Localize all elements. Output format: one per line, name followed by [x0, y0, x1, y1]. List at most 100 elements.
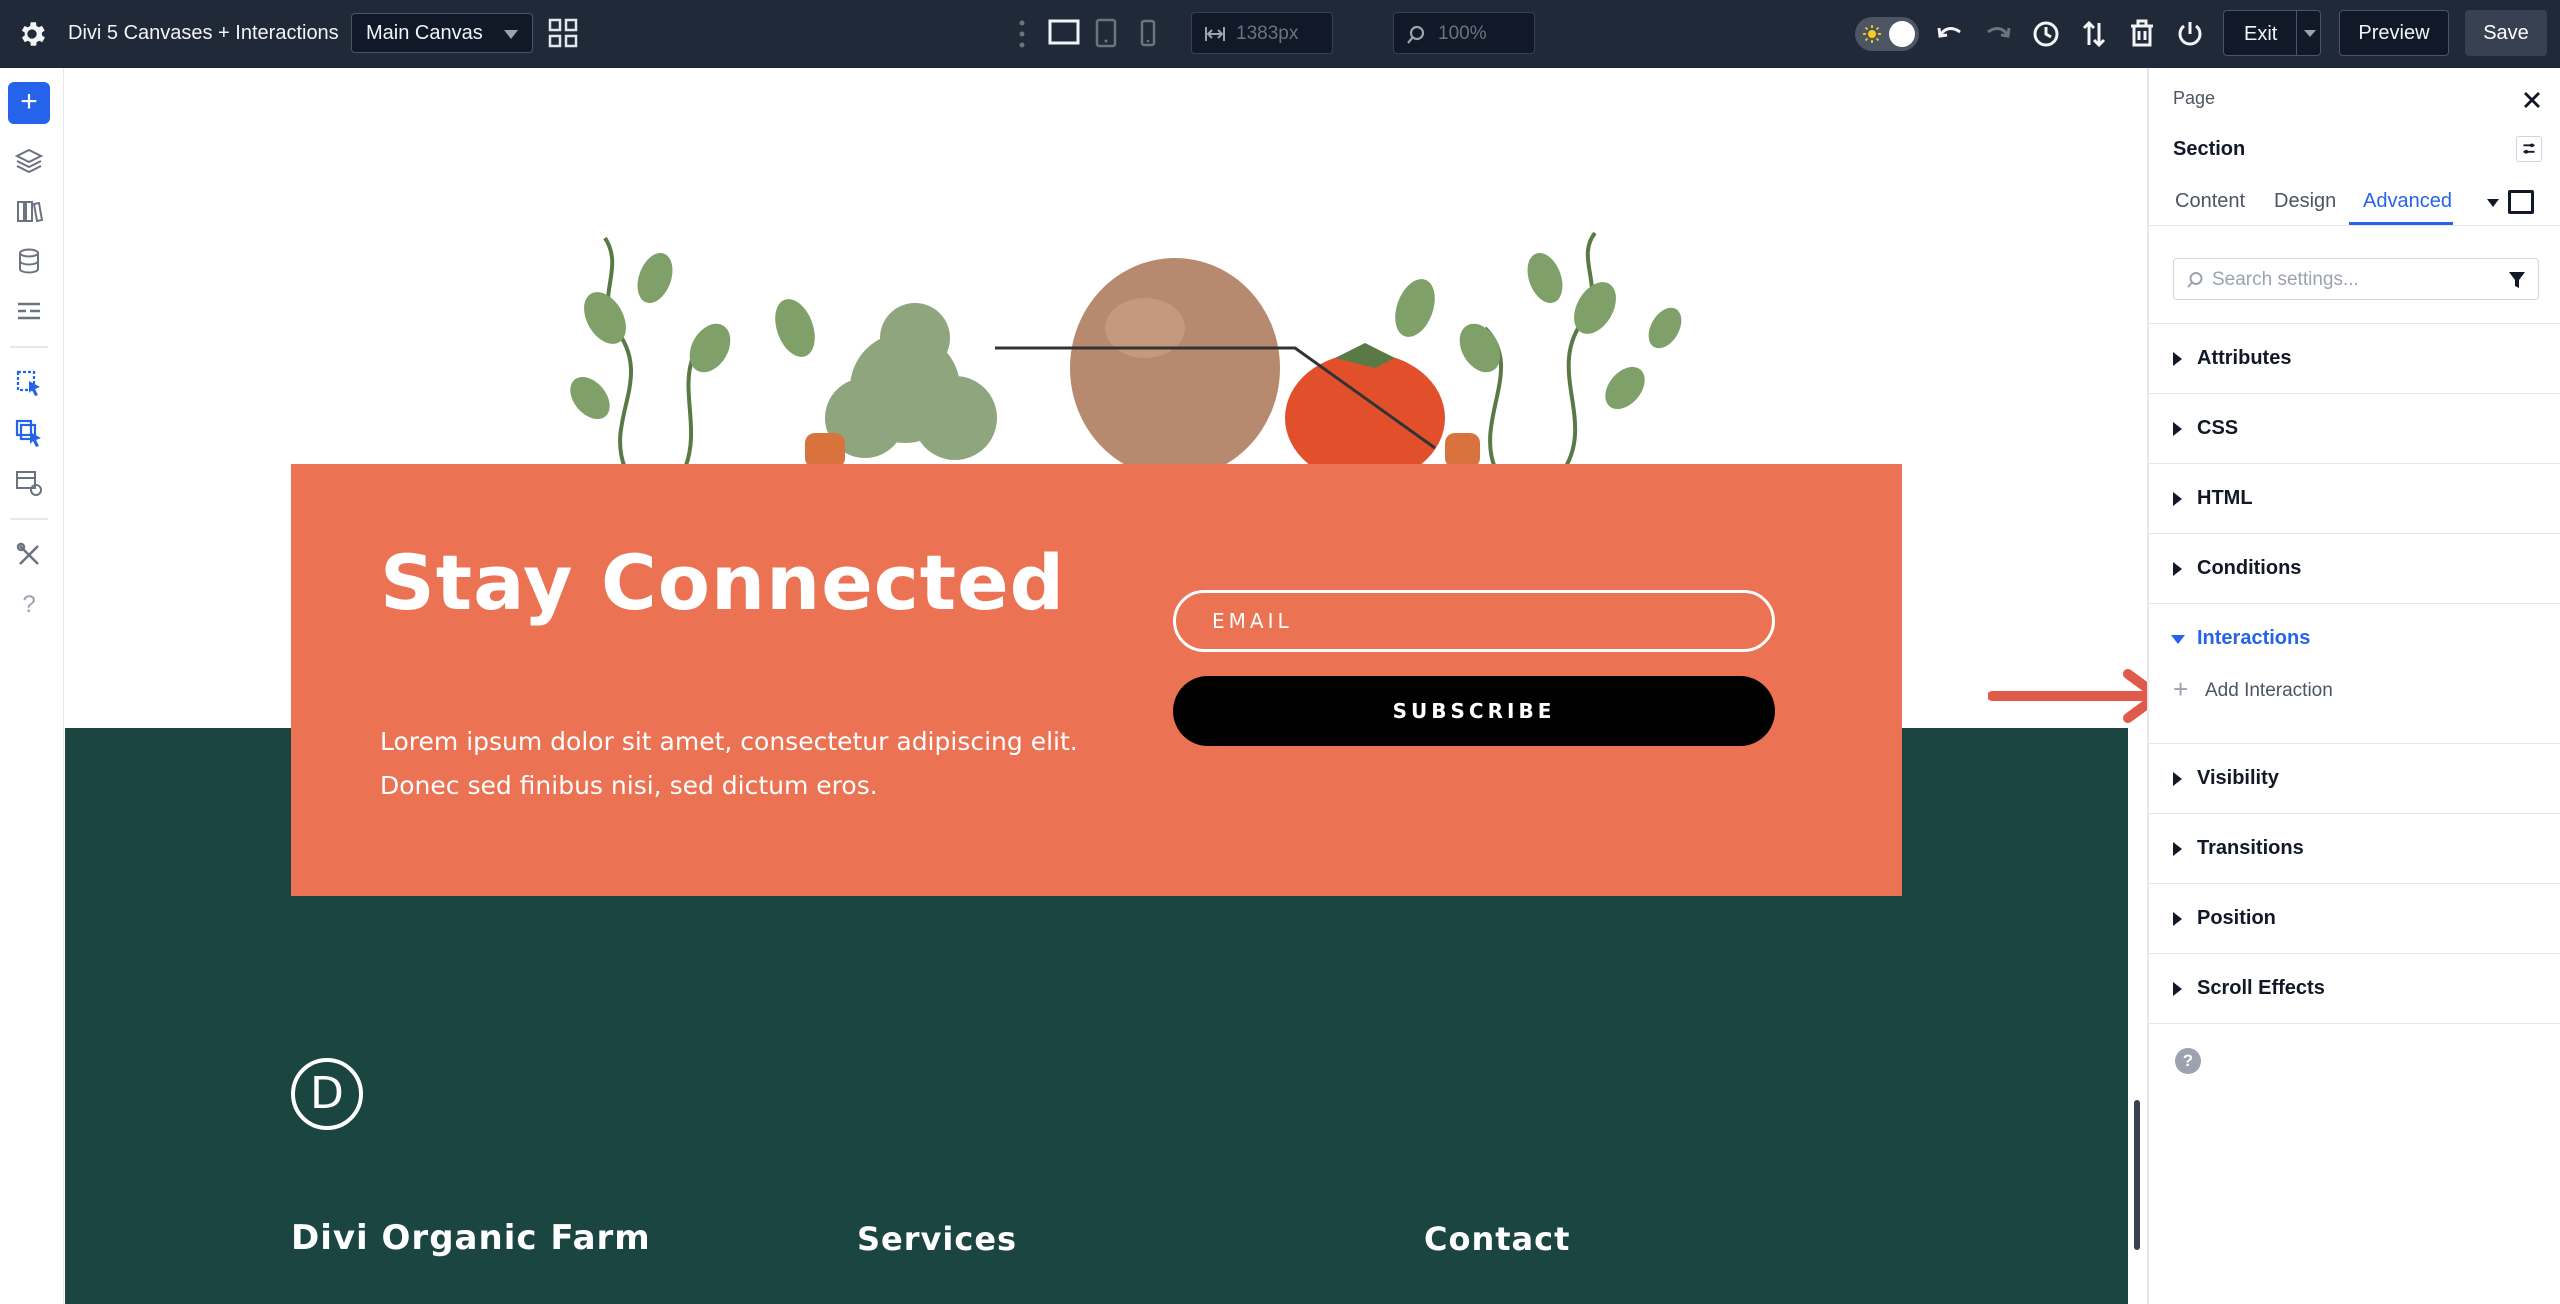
history-icon[interactable] [2030, 18, 2062, 50]
newsletter-title: Stay Connected [380, 538, 1066, 627]
accordion-label: Interactions [2197, 627, 2311, 649]
canvas-width-value: 1383px [1236, 23, 1299, 44]
left-sidebar: + ? [0, 68, 64, 1304]
active-tab-indicator [2349, 222, 2453, 225]
zoom-input[interactable]: 100% [1393, 12, 1535, 54]
add-icon[interactable]: + [8, 82, 50, 124]
search-icon [2187, 272, 2203, 288]
top-toolbar: Divi 5 Canvases + Interactions Main Canv… [0, 0, 2560, 68]
help-icon[interactable]: ? [14, 590, 44, 620]
sun-icon [1863, 25, 1881, 43]
search-input[interactable]: Search settings... [2173, 258, 2539, 300]
redo-icon[interactable] [1982, 18, 2014, 50]
canvas-select[interactable]: Main Canvas [351, 13, 533, 53]
canvas-pointer-icon[interactable] [14, 368, 44, 398]
exit-button[interactable]: Exit [2223, 10, 2321, 56]
breadcrumb[interactable]: Page [2173, 88, 2215, 109]
caret-right-icon [2173, 422, 2182, 436]
tab-content[interactable]: Content [2175, 190, 2245, 213]
theme-toggle[interactable] [1855, 17, 1919, 51]
preset-icon[interactable] [2516, 136, 2542, 162]
tablet-icon[interactable] [1094, 18, 1118, 48]
tools-icon[interactable] [14, 540, 44, 570]
canvas-stack-icon[interactable] [14, 418, 44, 448]
accordion-conditions[interactable]: Conditions [2149, 534, 2560, 604]
footer-contact-title: Contact [1424, 1220, 1571, 1258]
caret-right-icon [2173, 352, 2182, 366]
accordion-visibility[interactable]: Visibility [2149, 744, 2560, 814]
library-icon[interactable] [14, 196, 44, 226]
tab-advanced[interactable]: Advanced [2363, 190, 2452, 213]
trash-icon[interactable] [2126, 18, 2158, 50]
accordion-html[interactable]: HTML [2149, 464, 2560, 534]
accordion-label: CSS [2197, 417, 2239, 439]
footer-brand-title: Divi Organic Farm [291, 1218, 651, 1258]
accordion-label: Conditions [2197, 557, 2302, 579]
caret-right-icon [2173, 562, 2182, 576]
zoom-value: 100% [1438, 23, 1487, 44]
exit-button-label: Exit [2244, 23, 2278, 45]
accordion-interactions[interactable]: Interactions + Add Interaction [2149, 604, 2560, 744]
power-icon[interactable] [2174, 18, 2206, 50]
accordion-css[interactable]: CSS [2149, 394, 2560, 464]
accordion-scroll-effects[interactable]: Scroll Effects [2149, 954, 2560, 1024]
exit-divider [2296, 11, 2297, 55]
email-field[interactable]: EMAIL [1173, 590, 1775, 652]
zoom-icon [1407, 25, 1425, 44]
database-icon[interactable] [14, 246, 44, 276]
subscribe-button[interactable]: SUBSCRIBE [1173, 676, 1775, 746]
gear-icon[interactable] [16, 18, 48, 50]
canvas-scrollbar[interactable] [2134, 1100, 2140, 1250]
help-icon[interactable]: ? [2175, 1048, 2201, 1074]
save-button[interactable]: Save [2465, 10, 2547, 56]
undo-icon[interactable] [1934, 18, 1966, 50]
kebab-icon[interactable] [1016, 18, 1028, 50]
accordion-transitions[interactable]: Transitions [2149, 814, 2560, 884]
element-title: Section [2173, 138, 2246, 160]
desktop-icon[interactable] [1048, 18, 1080, 48]
caret-right-icon [2173, 772, 2182, 786]
accordion-label: Visibility [2197, 767, 2279, 789]
caret-right-icon [2173, 912, 2182, 926]
panel-tabs: Content Design Advanced [2149, 168, 2560, 226]
chevron-down-icon[interactable] [2304, 30, 2316, 37]
sort-icon[interactable] [2078, 18, 2110, 50]
close-icon[interactable] [2520, 88, 2544, 112]
filter-icon[interactable] [2508, 270, 2526, 290]
canvas-settings-icon[interactable] [14, 468, 44, 498]
phone-icon[interactable] [1138, 18, 1158, 48]
page-title: Divi 5 Canvases + Interactions [68, 22, 339, 44]
caret-down-icon [2171, 635, 2185, 644]
chevron-down-icon [504, 30, 518, 39]
divi-logo: D [291, 1058, 363, 1130]
vegetables-image [570, 231, 1682, 468]
caret-right-icon [2173, 842, 2182, 856]
plus-icon: + [2173, 674, 2189, 704]
caret-right-icon [2173, 982, 2182, 996]
chevron-down-icon[interactable] [2487, 199, 2499, 207]
layout-icon[interactable] [14, 296, 44, 326]
settings-panel: Page Section Content Design Advanced Sea… [2147, 68, 2560, 1304]
accordion-label: HTML [2197, 487, 2253, 509]
accordion-label: Position [2197, 907, 2276, 929]
preview-button[interactable]: Preview [2339, 10, 2449, 56]
accordion-position[interactable]: Position [2149, 884, 2560, 954]
newsletter-text: Lorem ipsum dolor sit amet, consectetur … [380, 727, 1078, 800]
footer-services-title: Services [857, 1220, 1018, 1258]
accordion-label: Scroll Effects [2197, 977, 2325, 999]
wireframe-icon[interactable] [2508, 190, 2534, 214]
width-icon [1205, 27, 1225, 41]
layers-icon[interactable] [14, 146, 44, 176]
accordion-attributes[interactable]: Attributes [2149, 324, 2560, 394]
grid-icon[interactable] [548, 18, 578, 48]
canvas-width-input[interactable]: 1383px [1191, 12, 1333, 54]
accordion-label: Attributes [2197, 347, 2292, 369]
builder-canvas[interactable]: Stay Connected Lorem ipsum dolor sit ame… [65, 68, 2128, 1304]
toggle-knob [1889, 21, 1915, 47]
sidebar-divider [10, 346, 48, 348]
sidebar-divider [10, 518, 48, 520]
accordion-label: Transitions [2197, 837, 2304, 859]
canvas-select-value: Main Canvas [366, 22, 483, 44]
caret-right-icon [2173, 492, 2182, 506]
tab-design[interactable]: Design [2274, 190, 2336, 213]
